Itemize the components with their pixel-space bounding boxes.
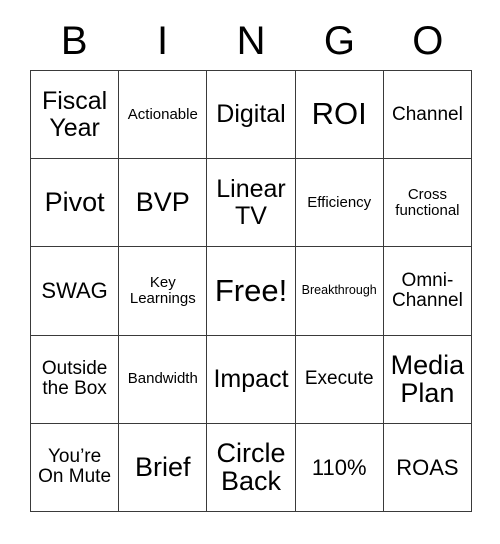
bingo-cell-label: Free! [214, 272, 288, 308]
bingo-cell[interactable]: Channel [383, 71, 473, 160]
bingo-cell-label: Key Learnings [129, 274, 196, 307]
bingo-card: B I N G O Fiscal Year Actionable Digital… [30, 12, 473, 512]
bingo-cell-label: SWAG [41, 278, 108, 304]
bingo-cell-label: Channel [392, 103, 463, 125]
bingo-cell[interactable]: Efficiency [295, 159, 384, 248]
bingo-cell-label: Circle Back [216, 437, 286, 497]
bingo-cell-label: Linear TV [216, 175, 286, 230]
bingo-cell[interactable]: SWAG [31, 247, 120, 336]
bingo-cell-label: Bandwidth [127, 370, 198, 388]
bingo-cell-label: Omni-Channel [392, 269, 463, 311]
bingo-cell-label: Breakthrough [301, 283, 377, 298]
bingo-row: You’re On Mute Brief Circle Back 110% RO… [31, 423, 473, 512]
bingo-row: SWAG Key Learnings Free! Breakthrough Om… [31, 247, 473, 336]
bingo-row: Pivot BVP Linear TV Efficiency Cross fun… [31, 159, 473, 248]
bingo-cell[interactable]: Key Learnings [119, 247, 208, 336]
bingo-cell[interactable]: Breakthrough [295, 247, 384, 336]
bingo-cell[interactable]: Impact [207, 335, 296, 424]
bingo-cell-label: Pivot [44, 187, 105, 218]
bingo-cell-label: 110% [311, 454, 367, 480]
bingo-cell[interactable]: 110% [295, 423, 384, 512]
header-letter-o: O [412, 19, 444, 63]
bingo-cell[interactable]: Omni-Channel [383, 247, 473, 336]
bingo-cell-label: Media Plan [390, 349, 465, 409]
bingo-cell[interactable]: Media Plan [383, 335, 473, 424]
bingo-cell[interactable]: Linear TV [207, 159, 296, 248]
bingo-cell[interactable]: Fiscal Year [31, 71, 120, 160]
header-letter-i: I [157, 19, 169, 63]
bingo-cell-label: Cross functional [395, 185, 460, 219]
bingo-cell-label: Outside the Box [41, 358, 108, 400]
bingo-cell[interactable]: ROAS [383, 423, 473, 512]
bingo-cell[interactable]: Digital [207, 71, 296, 160]
bingo-header: B I N G O [30, 12, 472, 70]
bingo-cell-label: Brief [135, 452, 191, 483]
bingo-cell-label: Execute [304, 368, 374, 390]
bingo-cell[interactable]: Actionable [119, 71, 208, 160]
bingo-cell-free[interactable]: Free! [207, 247, 296, 336]
bingo-cell-label: ROAS [396, 454, 459, 480]
header-letter-g: G [323, 19, 355, 63]
bingo-cell-label: Digital [216, 100, 286, 129]
bingo-row: Outside the Box Bandwidth Impact Execute… [31, 335, 473, 424]
bingo-cell[interactable]: Execute [295, 335, 384, 424]
bingo-cell-label: ROI [311, 96, 367, 132]
bingo-cell-label: Efficiency [307, 193, 372, 211]
bingo-cell[interactable]: Pivot [31, 159, 120, 248]
bingo-cell[interactable]: Bandwidth [119, 335, 208, 424]
bingo-cell[interactable]: BVP [119, 159, 208, 248]
header-letter-n: N [236, 19, 266, 63]
bingo-cell-label: BVP [135, 187, 190, 218]
header-letter-b: B [60, 19, 88, 63]
bingo-cell-label: Fiscal Year [41, 87, 108, 142]
bingo-cell-label: You’re On Mute [38, 446, 112, 488]
bingo-cell[interactable]: Circle Back [207, 423, 296, 512]
bingo-cell-label: Impact [213, 364, 289, 393]
bingo-cell[interactable]: Cross functional [383, 159, 473, 248]
bingo-row: Fiscal Year Actionable Digital ROI Chann… [31, 71, 473, 160]
bingo-grid: Fiscal Year Actionable Digital ROI Chann… [30, 70, 473, 512]
bingo-cell[interactable]: You’re On Mute [31, 423, 120, 512]
bingo-cell[interactable]: Brief [119, 423, 208, 512]
bingo-cell[interactable]: Outside the Box [31, 335, 120, 424]
bingo-cell-label: Actionable [127, 105, 198, 123]
bingo-cell[interactable]: ROI [295, 71, 384, 160]
